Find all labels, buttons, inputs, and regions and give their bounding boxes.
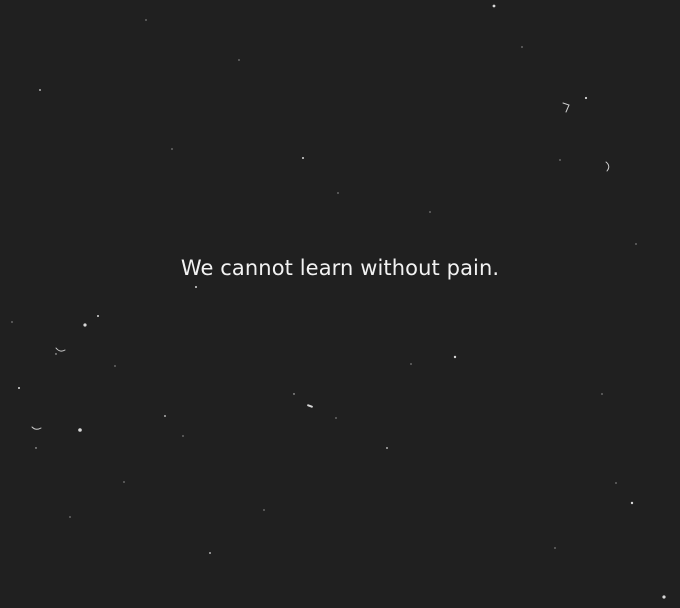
dust-specks (11, 4, 666, 599)
quote-image: We cannot learn without pain. (0, 0, 680, 608)
quote-text: We cannot learn without pain. (180, 256, 500, 280)
